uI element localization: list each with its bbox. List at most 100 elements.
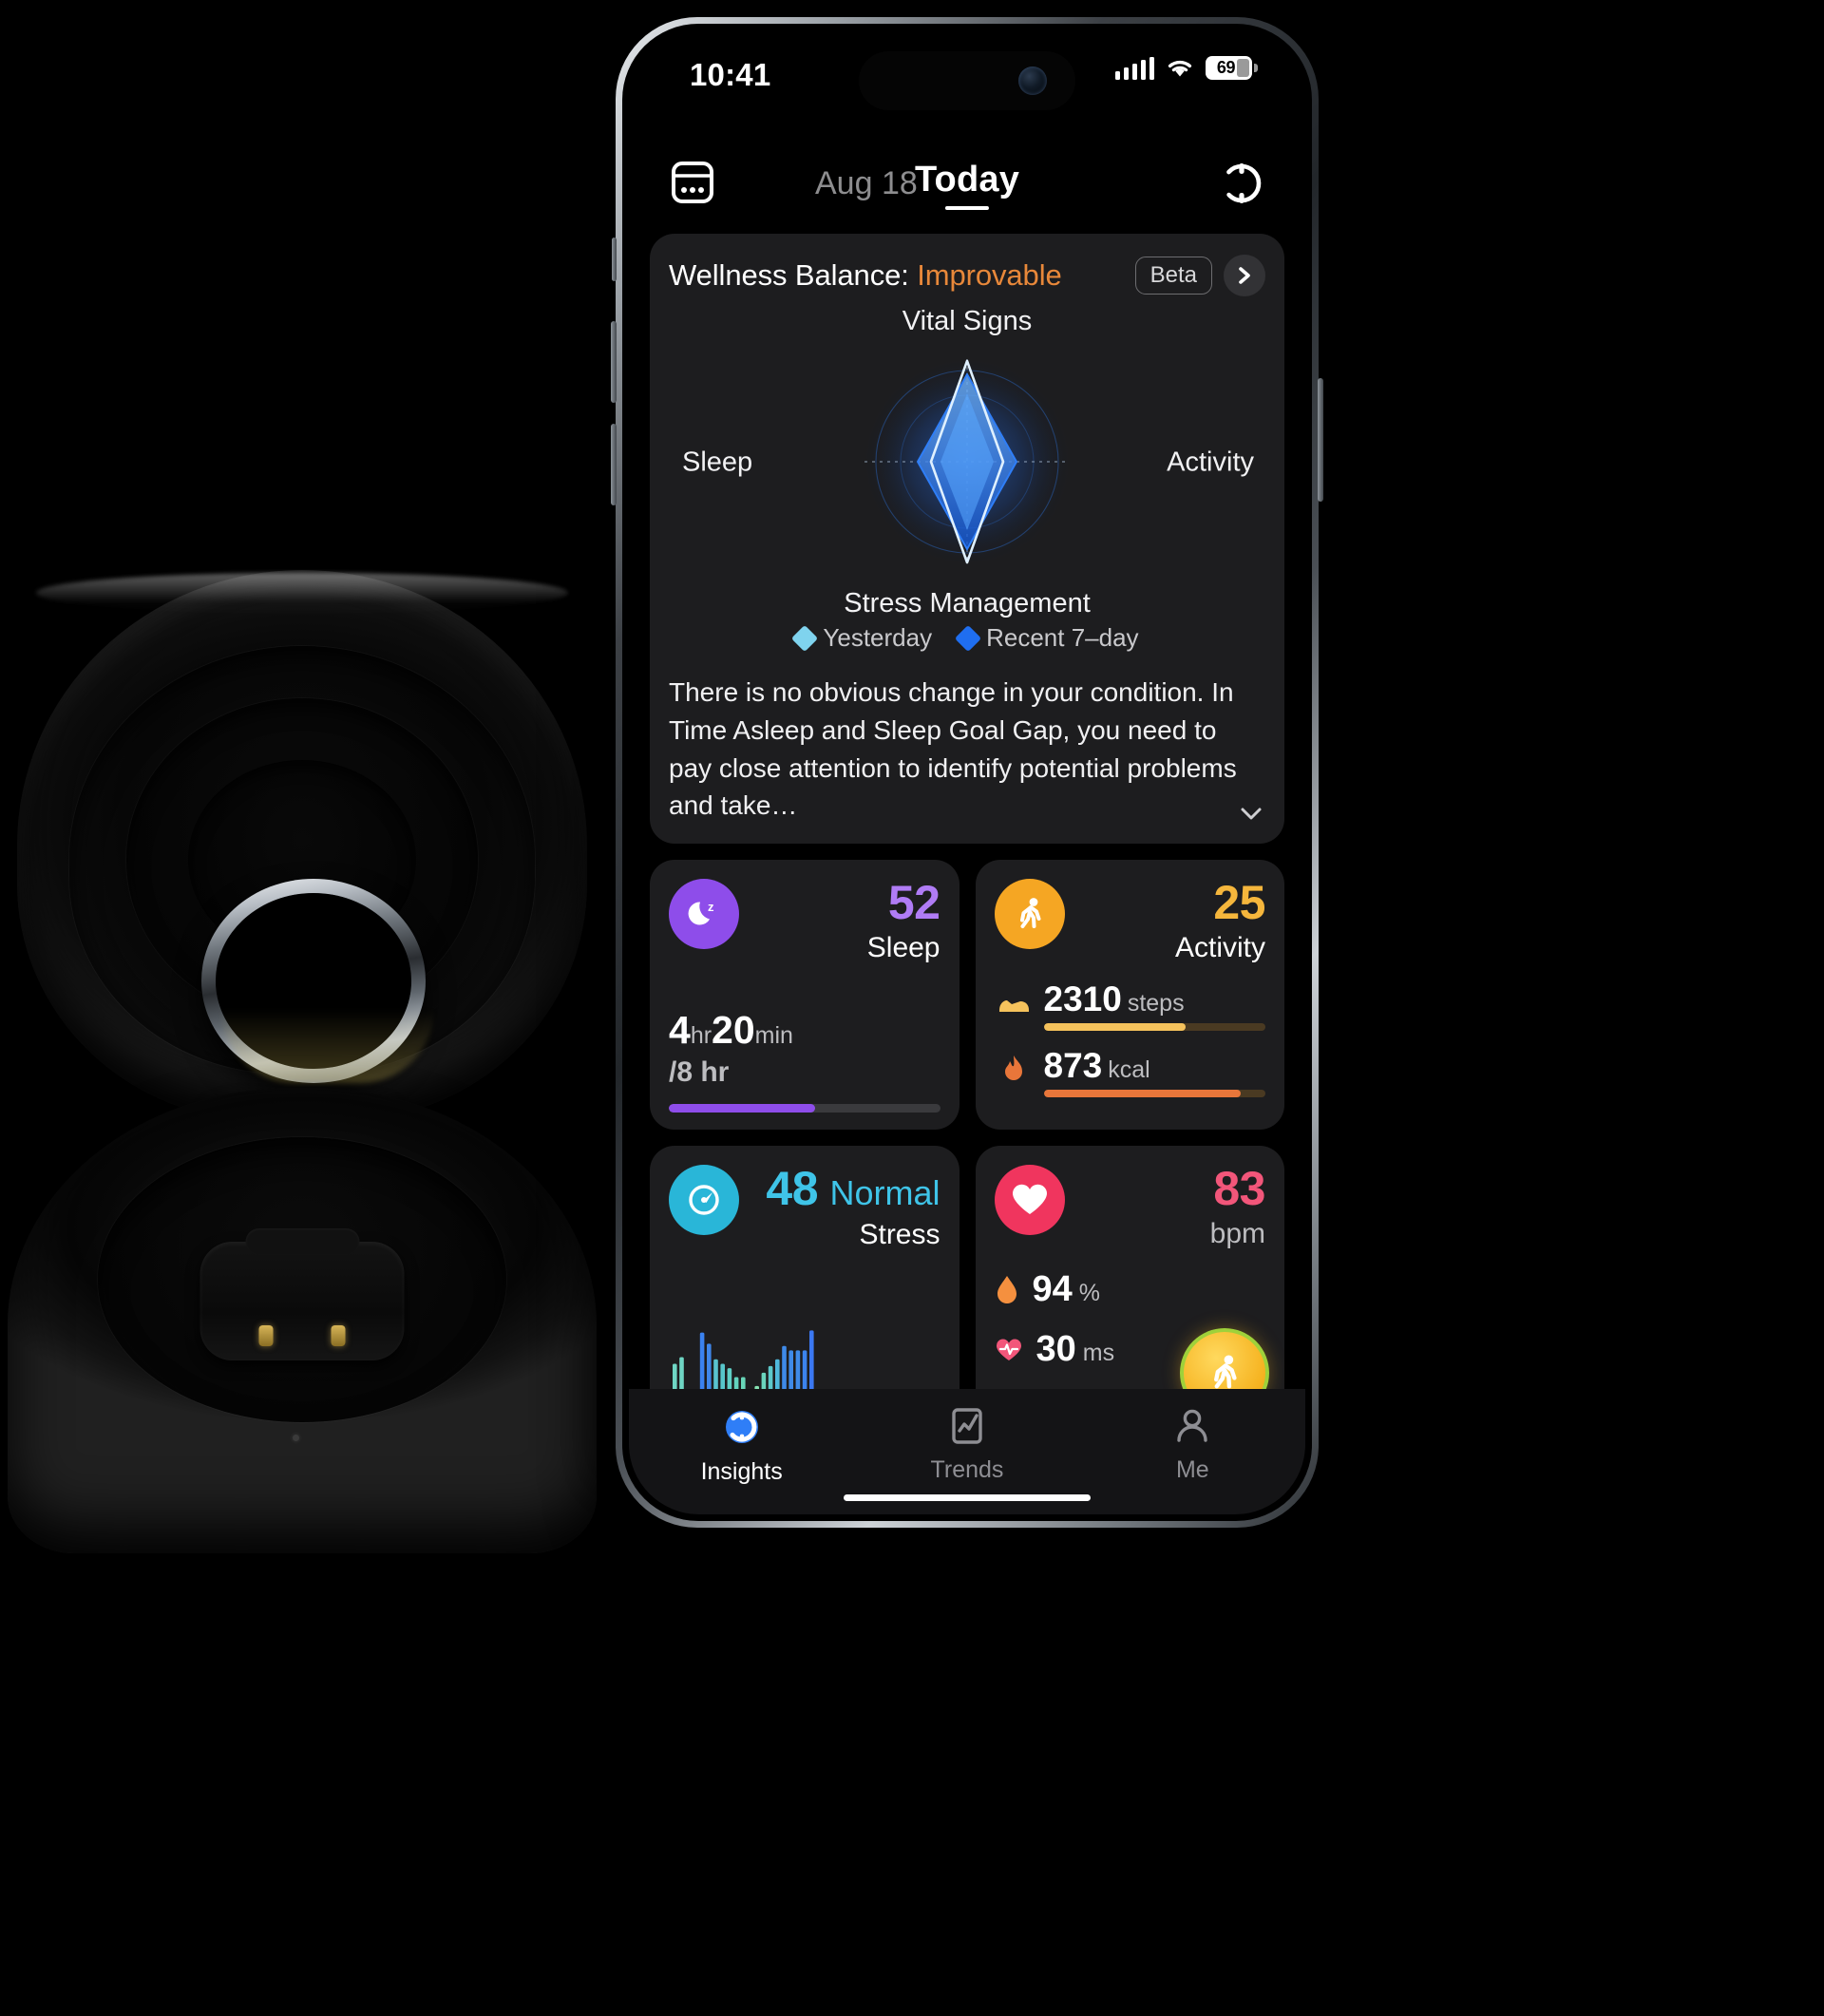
tab-insights[interactable]: Insights	[629, 1404, 854, 1486]
volume-down-button[interactable]	[611, 424, 617, 505]
sleep-progress-track	[669, 1104, 940, 1113]
iphone-device: 10:41 69 Aug 18 Today Wellness Balance: …	[611, 17, 1323, 1528]
activity-card[interactable]: 25 Activity 2310 steps 873 kcal	[975, 860, 1284, 1130]
case-base	[8, 1088, 597, 1553]
steps-value-row: 2310 steps	[1044, 981, 1266, 1017]
metrics-grid: z 52 Sleep 4hr20min /8 hr 25 Activity 23…	[650, 860, 1284, 1431]
calories-value-row: 873 kcal	[1044, 1048, 1266, 1083]
phone-bezel: 10:41 69 Aug 18 Today Wellness Balance: …	[622, 24, 1312, 1521]
steps-unit: steps	[1127, 990, 1185, 1017]
refresh-icon[interactable]	[1218, 160, 1265, 207]
tab-label-trends: Trends	[930, 1456, 1004, 1483]
charging-pin-right	[331, 1325, 346, 1346]
sleep-card[interactable]: z 52 Sleep 4hr20min /8 hr	[650, 860, 960, 1130]
tab-me[interactable]: Me	[1080, 1404, 1305, 1484]
sleep-hours-unit: hr	[690, 1022, 712, 1049]
gauge-glyph	[689, 1185, 719, 1215]
hrv-value-row: 30 ms	[1036, 1329, 1115, 1370]
wellness-description-text: There is no obvious change in your condi…	[669, 677, 1237, 821]
steps-progress-fill	[1043, 1023, 1186, 1031]
battery-percent-label: 69	[1216, 58, 1236, 77]
heart-pulse-icon	[996, 1338, 1021, 1360]
flame-glyph	[1004, 1055, 1022, 1080]
wellness-radar-chart: Vital Signs Sleep Activity Stress Manage…	[669, 306, 1265, 619]
app-header: Aug 18 Today	[629, 152, 1305, 224]
wellness-status-value: Improvable	[917, 258, 1062, 292]
wellness-title: Wellness Balance: Improvable	[669, 258, 1062, 293]
sleep-duration: 4hr20min	[669, 1008, 940, 1053]
heart-bpm-unit: bpm	[1209, 1218, 1265, 1249]
spo2-row: 94%	[995, 1269, 1266, 1310]
wellness-detail-button[interactable]	[1224, 255, 1265, 296]
blood-drop-icon	[997, 1275, 1016, 1303]
calories-value: 873	[1043, 1046, 1103, 1085]
radar-legend: Yesterday Recent 7–day	[669, 623, 1265, 653]
spo2-unit: %	[1078, 1280, 1101, 1306]
sleep-score-block: 52 Sleep	[867, 879, 940, 964]
radar-axis-label-stress-management: Stress Management	[844, 588, 1091, 618]
stress-gauge-icon	[669, 1165, 739, 1235]
charging-pin-left	[258, 1325, 274, 1346]
running-person-icon	[994, 879, 1065, 949]
spo2-value: 94	[1032, 1269, 1073, 1309]
chevron-down-icon[interactable]	[1237, 804, 1265, 823]
heart-rate-card[interactable]: 83 bpm 94% 30 ms	[975, 1146, 1284, 1431]
svg-text:z: z	[708, 900, 714, 914]
heart-icon	[994, 1165, 1065, 1235]
calories-progress-fill	[1043, 1090, 1242, 1097]
today-tab[interactable]: Today	[915, 160, 1019, 210]
sleep-card-header: z 52 Sleep	[669, 879, 940, 964]
tab-label-me: Me	[1175, 1456, 1209, 1483]
today-label: Today	[914, 160, 1020, 200]
sleep-minutes: 20	[712, 1008, 755, 1052]
legend-label-yesterday: Yesterday	[823, 623, 933, 652]
wifi-icon	[1168, 60, 1192, 76]
charging-dock	[200, 1242, 405, 1360]
sleep-score: 52	[887, 876, 940, 929]
moon-z-glyph: z	[688, 900, 714, 925]
previous-date-label[interactable]: Aug 18	[815, 165, 918, 202]
steps-value: 2310	[1043, 979, 1122, 1018]
wellness-card-header: Wellness Balance: Improvable Beta	[669, 255, 1265, 296]
sleep-hours: 4	[669, 1008, 691, 1052]
insights-ring-icon	[725, 1411, 758, 1443]
tab-trends[interactable]: Trends	[854, 1404, 1079, 1484]
activity-card-header: 25 Activity	[994, 879, 1266, 964]
steps-progress-track	[1043, 1023, 1265, 1031]
stress-card-header: 48 Normal Stress	[669, 1165, 940, 1251]
stress-card[interactable]: 48 Normal Stress	[650, 1146, 960, 1431]
mute-button[interactable]	[612, 238, 617, 281]
legend-item-recent-7-day: Recent 7–day	[954, 623, 1139, 653]
smart-ring-charging-case-photo	[0, 0, 627, 2016]
calories-row: 873 kcal	[995, 1048, 1266, 1097]
heart-card-header: 83 bpm	[994, 1165, 1266, 1250]
screenshot-root: 10:41 69 Aug 18 Today Wellness Balance: …	[0, 0, 1824, 2016]
steps-block: 2310 steps	[1043, 981, 1266, 1031]
front-camera-icon	[1018, 67, 1047, 95]
wellness-description[interactable]: There is no obvious change in your condi…	[669, 674, 1265, 825]
shoe-glyph	[998, 999, 1029, 1012]
status-bar-indicators: 69	[1114, 56, 1258, 80]
sleep-moon-icon: z	[669, 879, 739, 949]
calories-unit: kcal	[1108, 1056, 1150, 1083]
radar-plot	[864, 359, 1070, 564]
calendar-icon[interactable]	[671, 160, 714, 205]
spo2-value-row: 94%	[1033, 1269, 1101, 1310]
trends-chart-icon	[952, 1408, 982, 1444]
phone-screen: 10:41 69 Aug 18 Today Wellness Balance: …	[629, 30, 1305, 1514]
person-icon	[1177, 1409, 1208, 1442]
wellness-balance-card[interactable]: Wellness Balance: Improvable Beta Vital …	[650, 234, 1284, 844]
activity-card-title: Activity	[1174, 932, 1265, 963]
case-base-well	[98, 1137, 506, 1422]
calories-progress-track	[1043, 1090, 1265, 1097]
sleep-goal: /8 hr	[669, 1056, 730, 1088]
hrv-value: 30	[1036, 1329, 1076, 1369]
cellular-signal-icon	[1114, 56, 1154, 80]
flame-icon	[995, 1055, 1033, 1092]
heart-glyph	[1012, 1184, 1047, 1214]
volume-up-button[interactable]	[611, 321, 617, 403]
power-button[interactable]	[1318, 378, 1323, 502]
runner-glyph	[1019, 898, 1040, 928]
status-bar-clock: 10:41	[690, 57, 771, 92]
home-indicator[interactable]	[844, 1494, 1091, 1501]
